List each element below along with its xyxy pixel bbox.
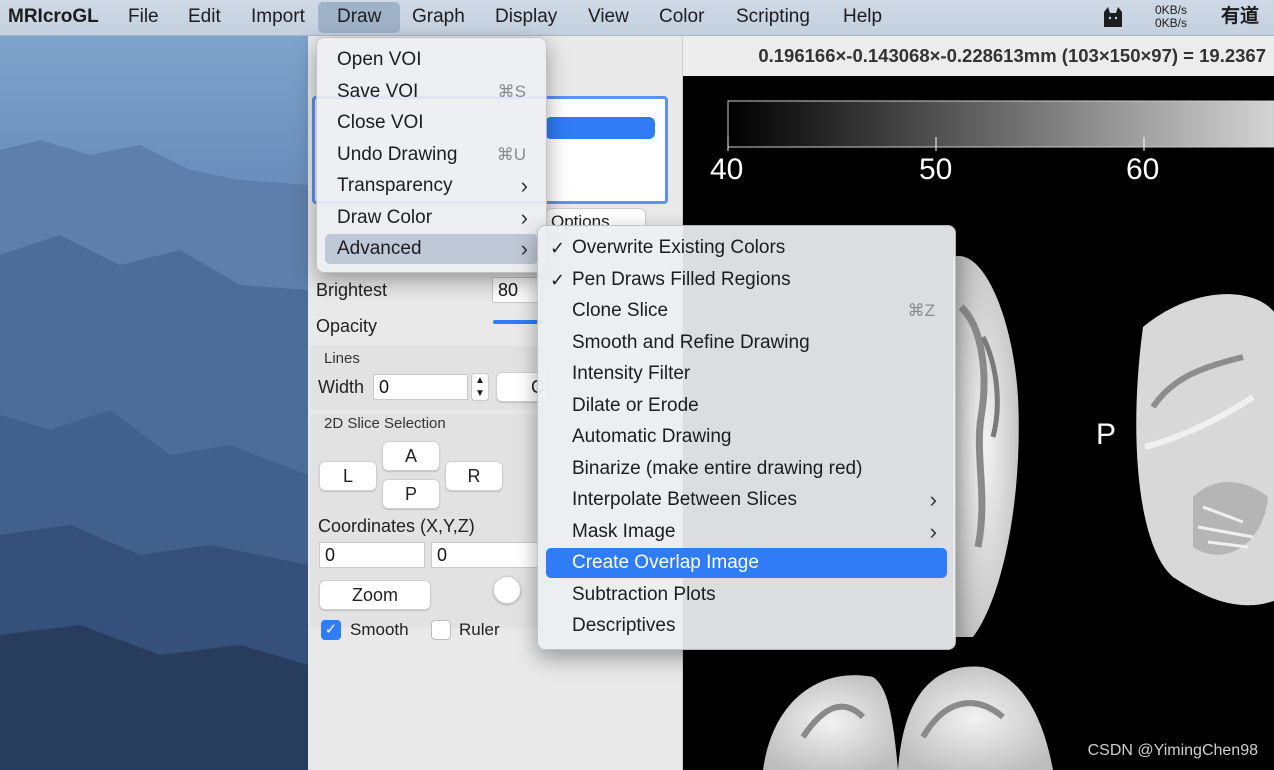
right-view-button[interactable]: R (445, 461, 503, 491)
menu-item-undo-drawing[interactable]: Undo Drawing ⌘U (325, 140, 538, 170)
network-speed: 0KB/s 0KB/s (1155, 4, 1187, 30)
mountain-landscape (0, 140, 308, 770)
cat-status-icon[interactable] (1101, 6, 1125, 33)
menu-item-overwrite-existing-colors[interactable]: ✓ Overwrite Existing Colors (546, 233, 947, 263)
menu-import[interactable]: Import (251, 0, 305, 35)
width-stepper[interactable]: ▲ ▼ (471, 373, 489, 401)
layer-slider-fill (545, 117, 655, 139)
checkmark-icon: ✓ (550, 238, 566, 258)
smooth-label: Smooth (350, 620, 409, 639)
chevron-right-icon: › (520, 173, 528, 198)
coordinates-label: Coordinates (X,Y,Z) (318, 516, 475, 536)
advanced-submenu: ✓ Overwrite Existing Colors ✓ Pen Draws Fi… (537, 225, 956, 650)
chevron-right-icon: › (520, 236, 528, 261)
shortcut-label: ⌘U (496, 145, 526, 164)
orientation-label-p: P (1096, 418, 1117, 451)
stepper-up-icon[interactable]: ▲ (472, 374, 488, 387)
opacity-label: Opacity (316, 316, 378, 336)
menu-item-pen-draws-filled-regions[interactable]: ✓ Pen Draws Filled Regions (546, 265, 947, 295)
colorbar-tick-50: 50 (919, 153, 953, 186)
menu-item-open-voi[interactable]: Open VOI (325, 45, 538, 75)
dictionary-menu-extra[interactable]: 有道 (1221, 0, 1259, 35)
posterior-view-button[interactable]: P (382, 479, 440, 509)
colorbar-tick-40: 40 (710, 153, 744, 186)
menu-display[interactable]: Display (495, 0, 557, 35)
menu-item-subtraction-plots[interactable]: Subtraction Plots (546, 580, 947, 610)
menu-item-clone-slice[interactable]: Clone Slice ⌘Z (546, 296, 947, 326)
net-download: 0KB/s (1155, 16, 1188, 30)
menu-graph[interactable]: Graph (412, 0, 465, 35)
stepper-down-icon[interactable]: ▼ (472, 387, 488, 400)
shortcut-label: ⌘S (497, 82, 526, 101)
zoom-button[interactable]: Zoom (319, 580, 431, 610)
menu-item-create-overlap-image[interactable]: Create Overlap Image (546, 548, 947, 578)
menu-bar: MRIcroGL File Edit Import Draw Graph Dis… (0, 0, 1274, 36)
colorbar-tick-60: 60 (1126, 153, 1160, 186)
menu-view[interactable]: View (588, 0, 629, 35)
desktop-wallpaper (0, 35, 308, 770)
chevron-right-icon: › (520, 205, 528, 230)
anterior-view-button[interactable]: A (382, 441, 440, 471)
slice-section-label: 2D Slice Selection (324, 415, 446, 432)
menu-item-automatic-drawing[interactable]: Automatic Drawing (546, 422, 947, 452)
menu-item-save-voi[interactable]: Save VOI ⌘S (325, 77, 538, 107)
menu-item-binarize[interactable]: Binarize (make entire drawing red) (546, 454, 947, 484)
menu-item-close-voi[interactable]: Close VOI (325, 108, 538, 138)
menu-item-advanced[interactable]: Advanced › (325, 234, 538, 264)
menu-color[interactable]: Color (659, 0, 704, 35)
menu-item-mask-image[interactable]: Mask Image › (546, 517, 947, 547)
menu-edit[interactable]: Edit (188, 0, 221, 35)
coordinate-readout: 0.196166×-0.143068×-0.228613mm (103×150×… (758, 45, 1266, 66)
checkmark-icon: ✓ (550, 270, 566, 290)
menu-item-interpolate-between-slices[interactable]: Interpolate Between Slices › (546, 485, 947, 515)
brightest-label: Brightest (316, 280, 388, 300)
coord-y-field[interactable]: 0 (431, 542, 541, 568)
menu-help[interactable]: Help (843, 0, 882, 35)
menu-item-descriptives[interactable]: Descriptives (546, 611, 947, 641)
ruler-label: Ruler (459, 620, 500, 639)
width-label: Width (318, 377, 365, 397)
draw-menu: Open VOI Save VOI ⌘S Close VOI Undo Drawi… (316, 37, 547, 273)
menu-item-dilate-or-erode[interactable]: Dilate or Erode (546, 391, 947, 421)
shortcut-label: ⌘Z (907, 301, 935, 320)
brightest-field[interactable]: 80 (492, 277, 542, 303)
chevron-right-icon: › (929, 487, 937, 512)
watermark: CSDN @YimingChen98 (1087, 742, 1258, 759)
coord-x-field[interactable]: 0 (319, 542, 425, 568)
left-view-button[interactable]: L (319, 461, 377, 491)
lines-section-label: Lines (324, 350, 360, 367)
app-menu[interactable]: MRIcroGL (8, 0, 99, 35)
width-field[interactable]: 0 (373, 374, 468, 400)
menu-item-intensity-filter[interactable]: Intensity Filter (546, 359, 947, 389)
menu-scripting[interactable]: Scripting (736, 0, 810, 35)
ruler-checkbox[interactable] (431, 620, 451, 640)
smooth-checkbox[interactable]: ✓ (321, 620, 341, 640)
chevron-right-icon: › (929, 519, 937, 544)
opacity-slider[interactable] (493, 320, 543, 324)
menu-draw[interactable]: Draw (318, 2, 401, 33)
menu-file[interactable]: File (128, 0, 159, 35)
menu-item-draw-color[interactable]: Draw Color › (325, 203, 538, 233)
zoom-slider-knob[interactable] (493, 576, 521, 604)
menu-item-transparency[interactable]: Transparency › (325, 171, 538, 201)
menu-item-smooth-and-refine[interactable]: Smooth and Refine Drawing (546, 328, 947, 358)
